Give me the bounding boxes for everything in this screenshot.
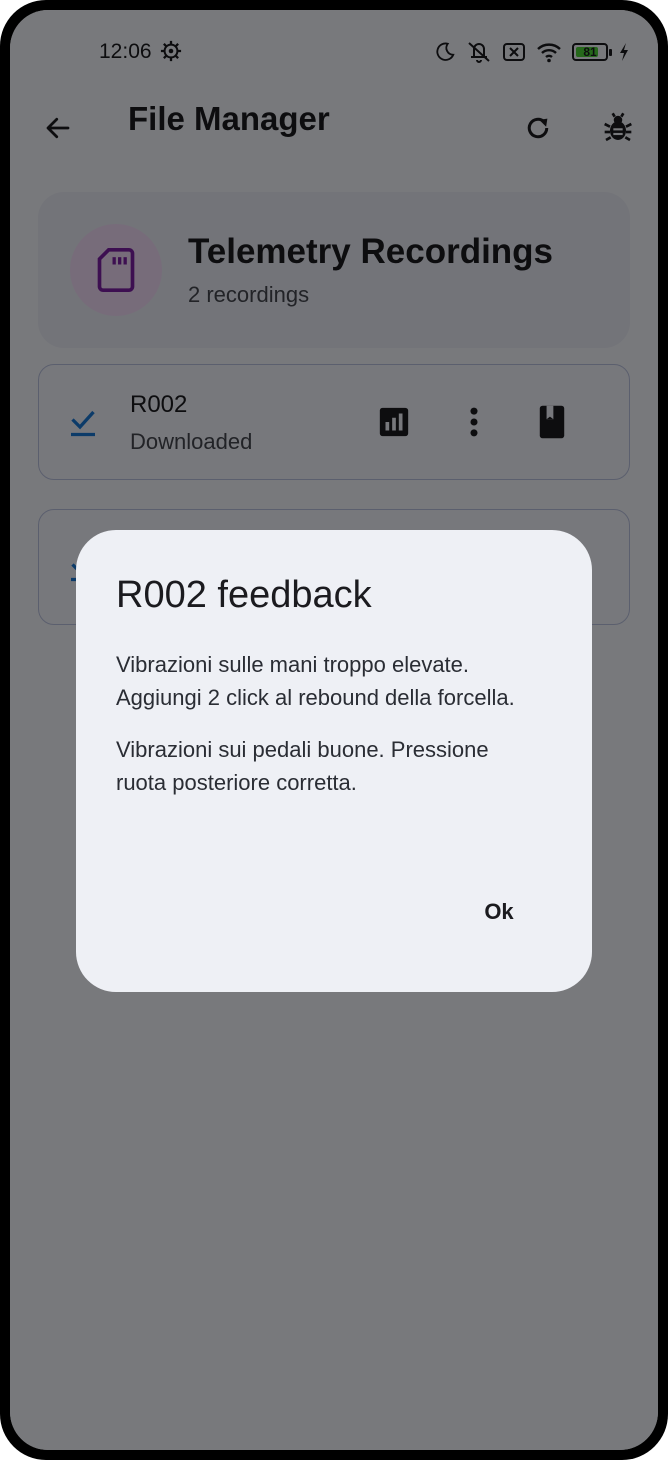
dialog-body: Vibrazioni sulle mani troppo elevate. Ag… [116,648,536,818]
dialog-paragraph: Vibrazioni sulle mani troppo elevate. Ag… [116,652,515,710]
phone-frame: 12:06 [0,0,668,1460]
dialog-title: R002 feedback [116,574,372,616]
ok-button[interactable]: Ok [466,892,532,932]
screen: 12:06 [10,10,658,1450]
dialog-paragraph: Vibrazioni sui pedali buone. Pressione r… [116,737,489,795]
feedback-dialog: R002 feedback Vibrazioni sulle mani trop… [76,530,592,992]
